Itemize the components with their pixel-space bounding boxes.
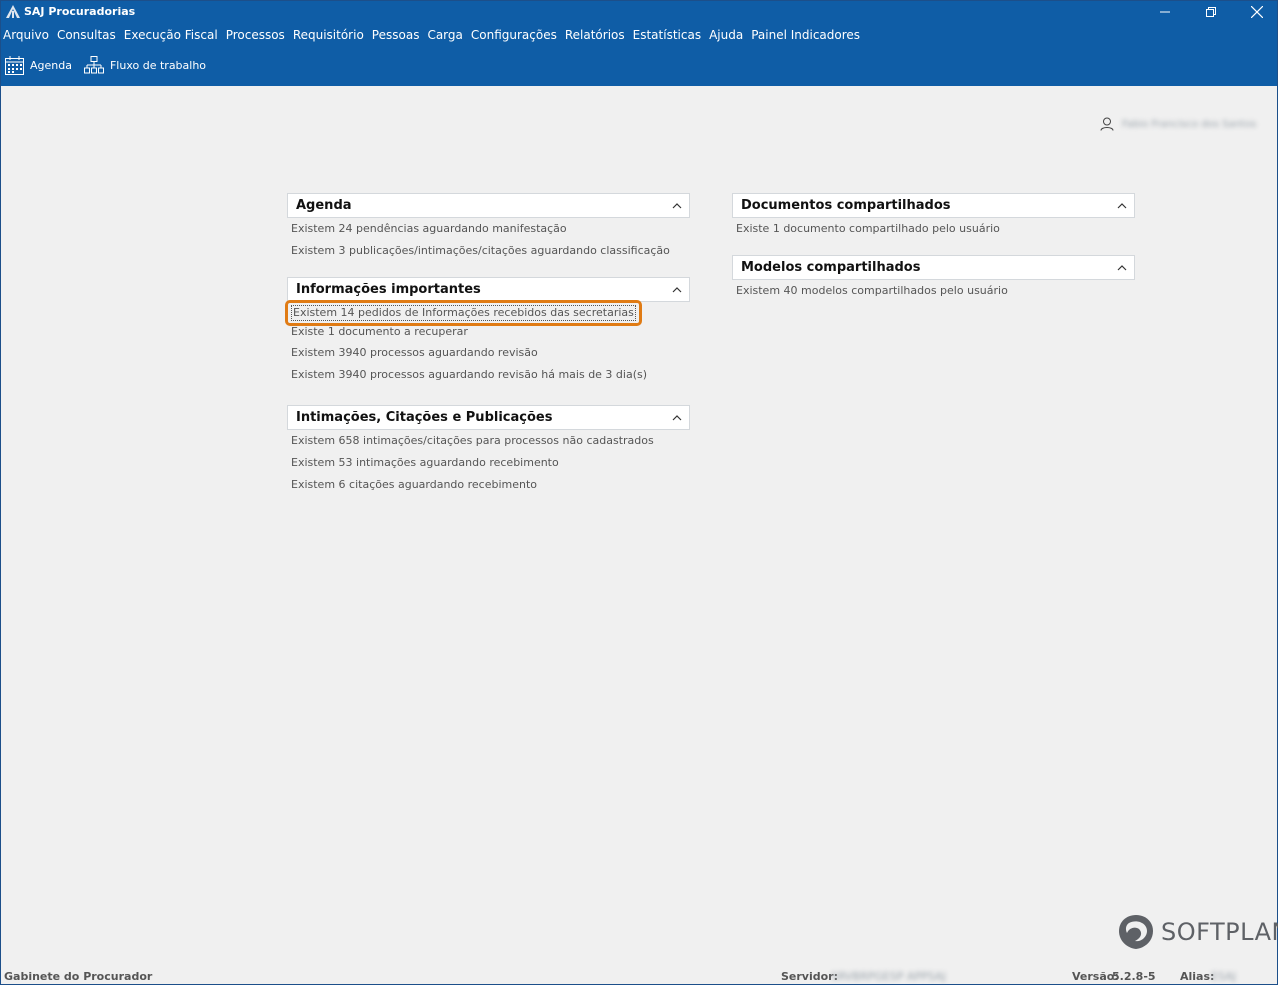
menu-execucao-fiscal[interactable]: Execução Fiscal	[121, 25, 223, 45]
status-alias-value: ESAJ	[1211, 970, 1236, 983]
panel-header[interactable]: Modelos compartilhados	[732, 255, 1135, 280]
minimize-button[interactable]	[1142, 1, 1188, 23]
list-item[interactable]: Existem 6 citações aguardando recebiment…	[287, 474, 690, 496]
close-button[interactable]	[1234, 1, 1278, 23]
chevron-up-icon[interactable]	[1116, 200, 1128, 212]
list-item-focused[interactable]: Existem 14 pedidos de Informações recebi…	[285, 300, 690, 326]
list-item[interactable]: Existem 24 pendências aguardando manifes…	[287, 218, 690, 240]
status-alias-label: Alias:	[1180, 970, 1215, 983]
app-window: SAJ Procuradorias Arquivo Consultas Exec…	[0, 0, 1278, 985]
menu-bar: Arquivo Consultas Execução Fiscal Proces…	[1, 25, 865, 45]
panel-informacoes-importantes: Informações importantes Existem 14 pedid…	[285, 277, 690, 386]
panel-header[interactable]: Agenda	[287, 193, 690, 218]
chevron-up-icon[interactable]	[671, 412, 683, 424]
title-bar: SAJ Procuradorias	[1, 1, 1277, 23]
user-info: Fabio Francisco dos Santos	[1100, 117, 1256, 131]
menu-arquivo[interactable]: Arquivo	[1, 25, 54, 45]
agenda-button[interactable]: Agenda	[5, 55, 72, 75]
panel-modelos-compartilhados: Modelos compartilhados Existem 40 modelo…	[732, 255, 1135, 302]
chevron-up-icon[interactable]	[671, 200, 683, 212]
list-item[interactable]: Existe 1 documento compartilhado pelo us…	[732, 218, 1135, 240]
status-server-label: Servidor:	[781, 970, 839, 983]
menu-configuracoes[interactable]: Configurações	[468, 25, 562, 45]
panel-header[interactable]: Documentos compartilhados	[732, 193, 1135, 218]
focus-highlight: Existem 14 pedidos de Informações recebi…	[285, 300, 642, 326]
list-item[interactable]: Existem 40 modelos compartilhados pelo u…	[732, 280, 1135, 302]
list-item[interactable]: Existem 53 intimações aguardando recebim…	[287, 452, 690, 474]
panel-title: Modelos compartilhados	[741, 260, 921, 275]
list-item[interactable]: Existem 3940 processos aguardando revisã…	[287, 342, 690, 364]
restore-button[interactable]	[1188, 1, 1234, 23]
panel-title: Intimações, Citações e Publicações	[296, 410, 553, 425]
menu-consultas[interactable]: Consultas	[54, 25, 121, 45]
menu-pessoas[interactable]: Pessoas	[369, 25, 425, 45]
softplan-logo-icon	[1119, 915, 1153, 949]
window-title: SAJ Procuradorias	[24, 5, 136, 18]
restore-icon	[1206, 7, 1216, 17]
minimize-icon	[1160, 11, 1170, 13]
panel-agenda: Agenda Existem 24 pendências aguardando …	[287, 193, 690, 262]
chevron-up-icon[interactable]	[1116, 262, 1128, 274]
brand-name: SOFTPLAN	[1161, 918, 1278, 946]
toolbar: Agenda Fluxo de trabalho	[1, 53, 214, 77]
status-version-value: 5.2.8-5	[1112, 970, 1156, 983]
chevron-up-icon[interactable]	[671, 284, 683, 296]
status-location: Gabinete do Procurador	[4, 970, 153, 983]
panel-intimacoes: Intimações, Citações e Publicações Exist…	[287, 405, 690, 496]
list-item[interactable]: Existem 3 publicações/intimações/citaçõe…	[287, 240, 690, 262]
menu-relatorios[interactable]: Relatórios	[562, 25, 630, 45]
status-server-value: SRVBRPGESP APPSAJ	[831, 970, 946, 983]
menu-ajuda[interactable]: Ajuda	[706, 25, 748, 45]
close-icon	[1251, 6, 1263, 18]
menu-painel-indicadores[interactable]: Painel Indicadores	[748, 25, 865, 45]
workflow-button[interactable]: Fluxo de trabalho	[83, 56, 207, 74]
panel-documentos-compartilhados: Documentos compartilhados Existe 1 docum…	[732, 193, 1135, 240]
panel-title: Agenda	[296, 198, 352, 213]
softplan-brand: SOFTPLAN	[1117, 913, 1278, 951]
panel-header[interactable]: Intimações, Citações e Publicações	[287, 405, 690, 430]
panel-header[interactable]: Informações importantes	[287, 277, 690, 302]
menu-processos[interactable]: Processos	[223, 25, 290, 45]
menu-carga[interactable]: Carga	[424, 25, 467, 45]
menu-estatisticas[interactable]: Estatísticas	[630, 25, 706, 45]
focus-ring	[285, 300, 642, 326]
workflow-label: Fluxo de trabalho	[109, 58, 207, 72]
menu-requisitorio[interactable]: Requisitório	[290, 25, 369, 45]
panel-title: Informações importantes	[296, 282, 481, 297]
list-item[interactable]: Existem 3940 processos aguardando revisã…	[287, 364, 690, 386]
list-item[interactable]: Existem 658 intimações/citações para pro…	[287, 430, 690, 452]
agenda-label: Agenda	[30, 58, 72, 72]
panel-title: Documentos compartilhados	[741, 198, 951, 213]
app-header: SAJ Procuradorias Arquivo Consultas Exec…	[1, 1, 1277, 86]
saj-logo-icon	[6, 5, 20, 18]
user-name: Fabio Francisco dos Santos	[1122, 118, 1257, 130]
workflow-icon	[83, 56, 104, 74]
calendar-icon	[5, 55, 24, 75]
status-bar: Gabinete do Procurador Servidor: SRVBRPG…	[1, 968, 1277, 985]
user-icon	[1100, 117, 1114, 131]
